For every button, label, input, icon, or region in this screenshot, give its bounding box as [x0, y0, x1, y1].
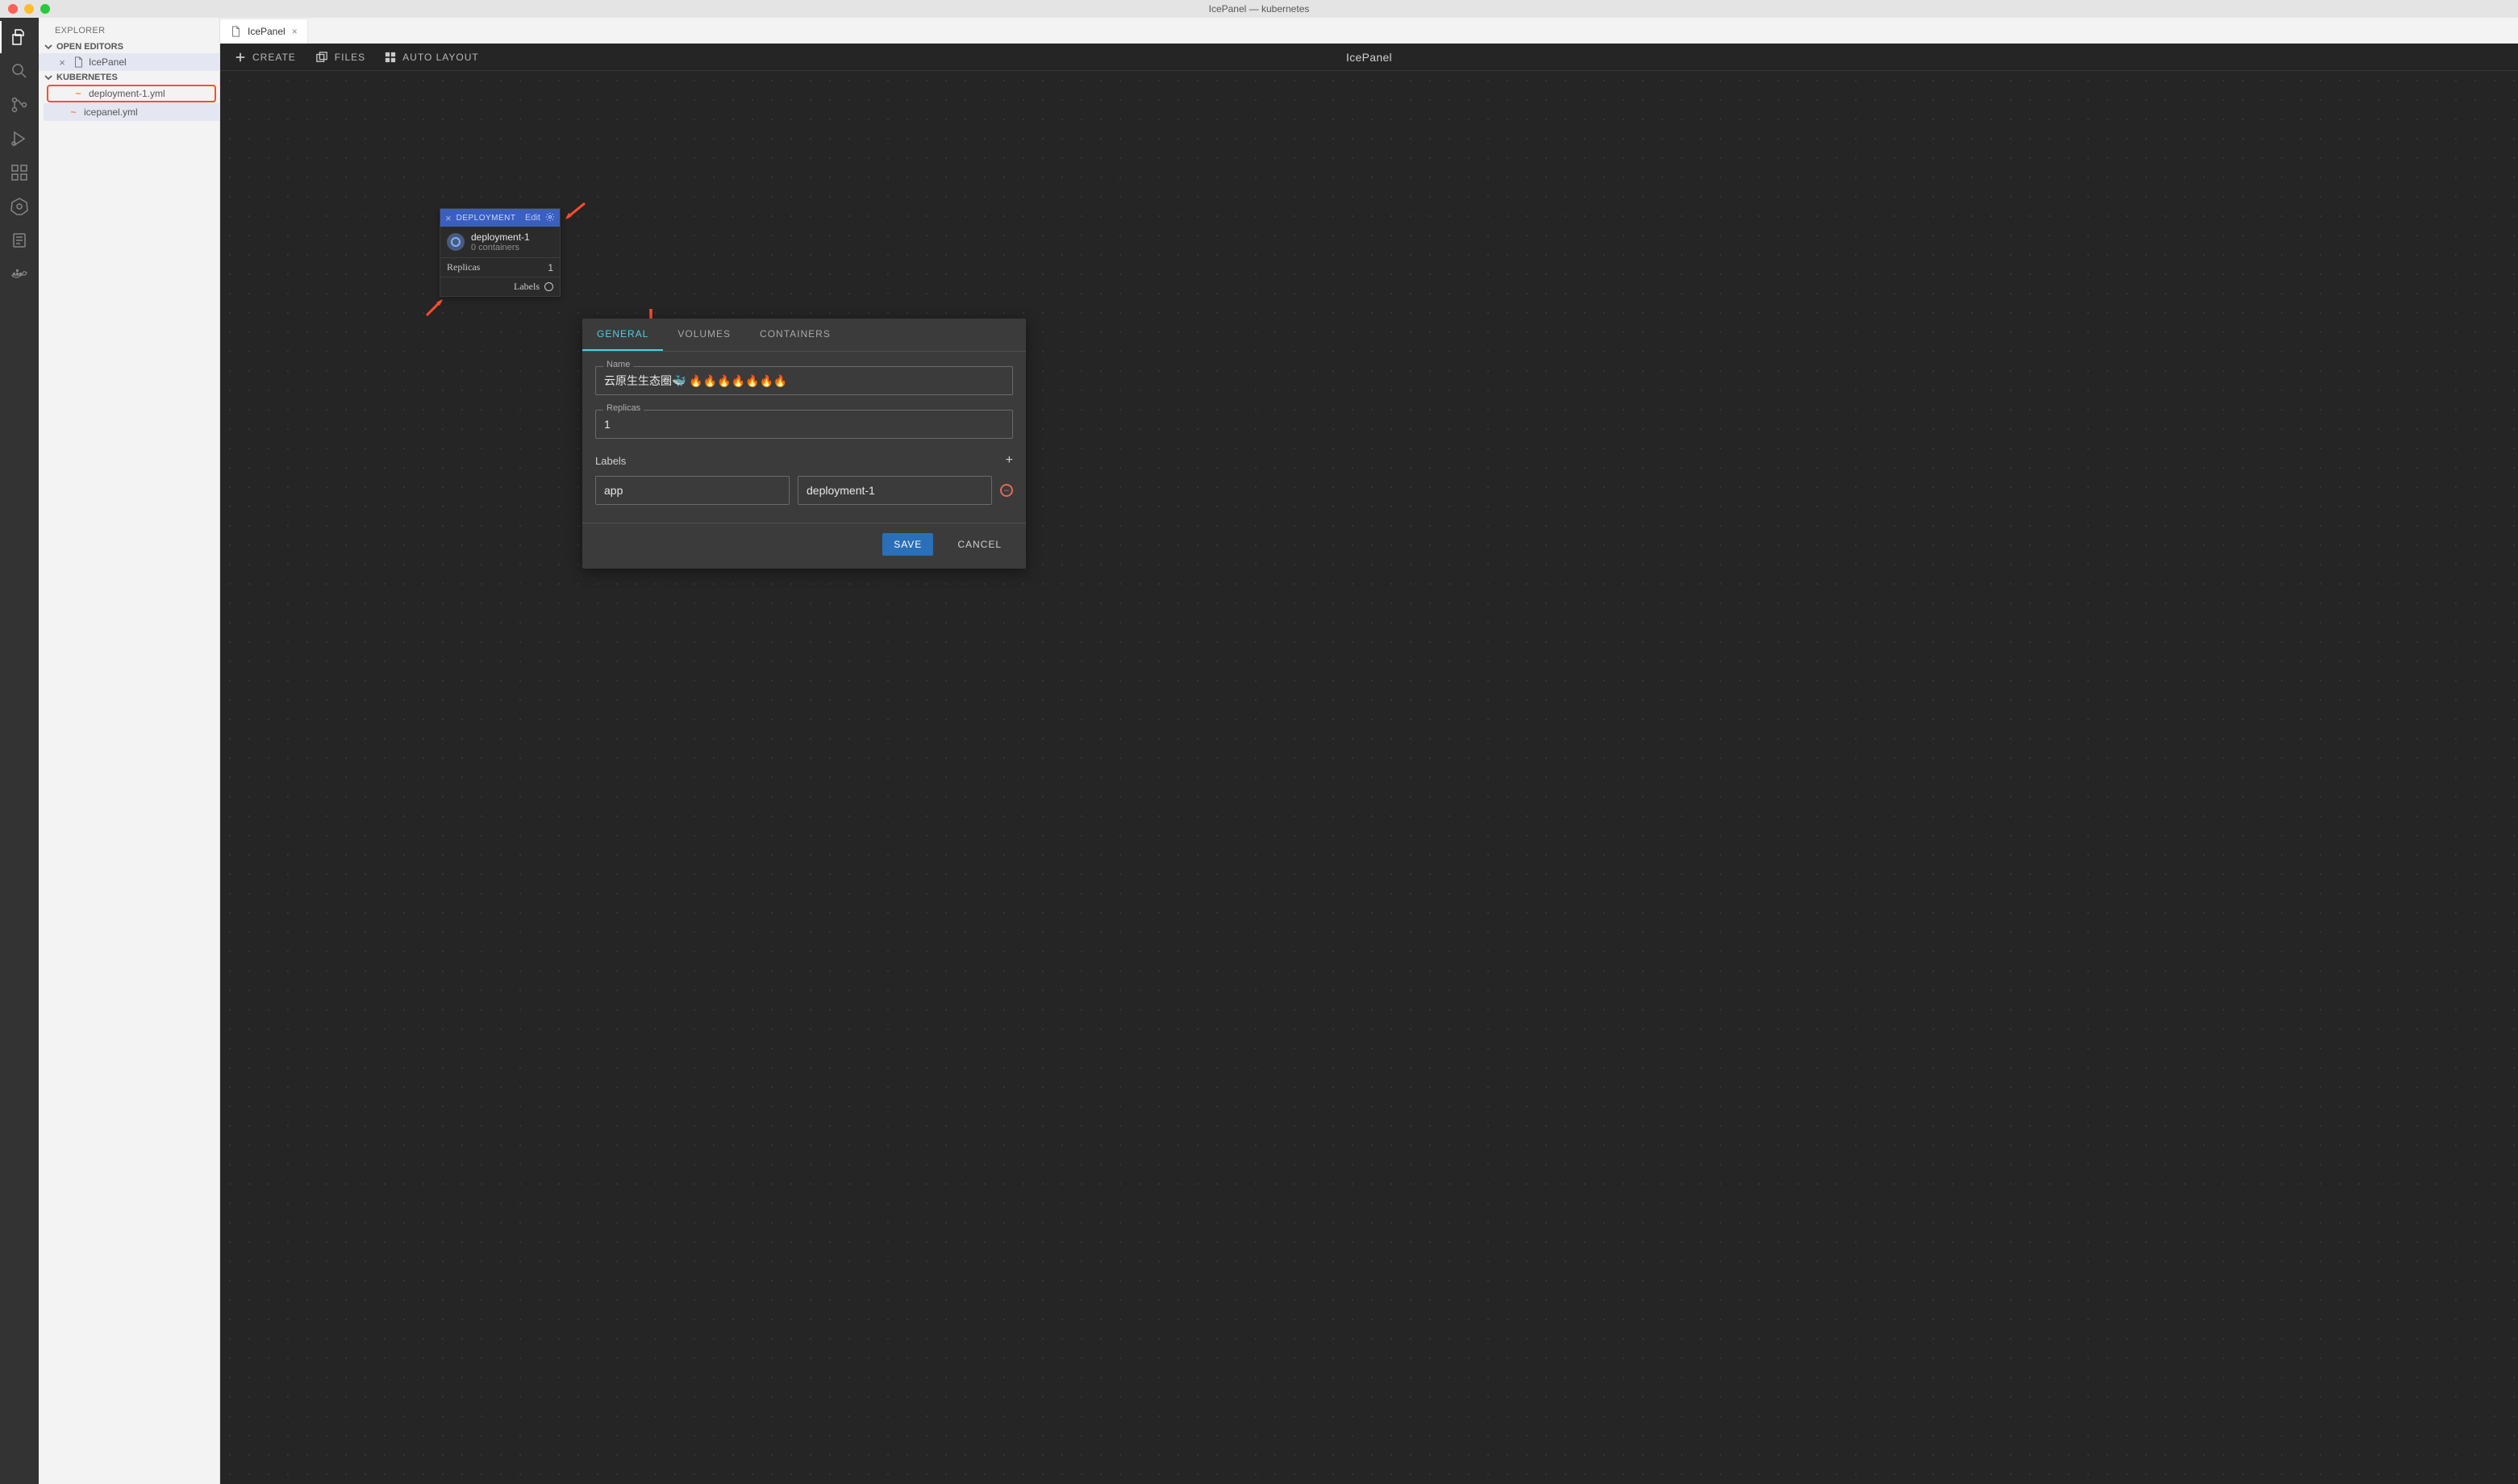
auto-layout-label: AUTO LAYOUT: [402, 52, 479, 63]
canvas[interactable]: × DEPLOYMENT Edit deployment-1 0 contain…: [220, 71, 2518, 1484]
close-icon[interactable]: ×: [56, 56, 68, 68]
file-icon: [230, 26, 241, 37]
minimize-window-button[interactable]: [24, 4, 34, 14]
close-window-button[interactable]: [8, 4, 18, 14]
files-button[interactable]: FILES: [315, 52, 365, 63]
sidebar-title: EXPLORER: [39, 18, 219, 40]
file-item-deployment[interactable]: deployment-1.yml: [47, 85, 216, 102]
add-label-button[interactable]: +: [1006, 453, 1013, 468]
files-icon: [315, 52, 328, 63]
chevron-down-icon: [44, 73, 53, 82]
tab-volumes[interactable]: VOLUMES: [663, 319, 745, 351]
labels-header: Labels: [595, 455, 626, 467]
tab-label: IcePanel: [248, 26, 286, 37]
deployment-node[interactable]: × DEPLOYMENT Edit deployment-1 0 contain…: [440, 208, 561, 297]
run-debug-activity-icon[interactable]: [10, 129, 29, 148]
fullscreen-window-button[interactable]: [40, 4, 50, 14]
workspace-header[interactable]: KUBERNETES: [39, 71, 219, 84]
icepanel-view: CREATE FILES AUTO LAYOUT IcePanel: [220, 44, 2518, 1484]
gear-icon[interactable]: [545, 212, 555, 224]
tab-icepanel[interactable]: IcePanel ×: [220, 19, 308, 44]
replicas-input[interactable]: [595, 410, 1013, 439]
chevron-down-icon: [44, 42, 53, 52]
node-labels-row: Labels: [440, 277, 560, 296]
open-editor-label: IcePanel: [89, 56, 127, 68]
canvas-title: IcePanel: [1346, 51, 1392, 64]
empty-circle-icon: [544, 282, 553, 291]
tab-general[interactable]: GENERAL: [582, 319, 663, 351]
open-editors-label: OPEN EDITORS: [56, 42, 123, 52]
replicas-field-label: Replicas: [603, 403, 644, 413]
titlebar: IcePanel — kubernetes: [0, 0, 2518, 18]
name-field-label: Name: [603, 360, 633, 369]
open-editor-item[interactable]: × IcePanel: [39, 53, 219, 71]
auto-layout-button[interactable]: AUTO LAYOUT: [385, 52, 479, 63]
panel-tabs: GENERAL VOLUMES CONTAINERS: [582, 319, 1026, 352]
file-icon: [73, 56, 84, 68]
annotation-arrow: [562, 200, 586, 224]
docker-activity-icon[interactable]: [10, 265, 29, 284]
workspace-label: KUBERNETES: [56, 73, 118, 82]
close-node-icon[interactable]: ×: [445, 212, 452, 224]
explorer-activity-icon[interactable]: [10, 27, 29, 47]
file-label: icepanel.yml: [84, 106, 138, 118]
node-name: deployment-1: [471, 231, 530, 243]
window-title: IcePanel — kubernetes: [1209, 3, 1310, 15]
node-header: × DEPLOYMENT Edit: [440, 209, 560, 227]
create-button[interactable]: CREATE: [235, 52, 296, 63]
node-body: deployment-1 0 containers: [440, 227, 560, 258]
window-controls: [0, 4, 50, 14]
remove-label-button[interactable]: –: [1000, 484, 1013, 497]
search-activity-icon[interactable]: [10, 61, 29, 81]
explorer-sidebar: EXPLORER OPEN EDITORS × IcePanel KUBERNE…: [39, 18, 220, 1484]
node-type-label: DEPLOYMENT: [456, 214, 520, 223]
tab-bar: IcePanel ×: [220, 18, 2518, 44]
edit-node-button[interactable]: Edit: [525, 213, 540, 223]
source-control-activity-icon[interactable]: [10, 95, 29, 115]
node-subtitle: 0 containers: [471, 243, 530, 252]
replicas-label: Replicas: [447, 261, 480, 273]
replicas-value: 1: [548, 262, 553, 273]
file-item-icepanel[interactable]: icepanel.yml: [44, 103, 219, 121]
yaml-file-icon: [68, 106, 79, 118]
open-editors-header[interactable]: OPEN EDITORS: [39, 40, 219, 53]
grid-icon: [385, 52, 396, 63]
editor-region: IcePanel × CREATE FILES: [220, 18, 2518, 1484]
close-tab-icon[interactable]: ×: [292, 26, 298, 37]
annotation-arrow: [423, 294, 448, 319]
activity-bar: [0, 18, 39, 1484]
save-button[interactable]: SAVE: [882, 533, 933, 556]
plus-icon: [235, 52, 246, 63]
name-input[interactable]: [595, 366, 1013, 395]
cancel-button[interactable]: CANCEL: [946, 533, 1013, 556]
yaml-file-icon: [73, 88, 84, 99]
canvas-toolbar: CREATE FILES AUTO LAYOUT IcePanel: [220, 44, 2518, 71]
files-label: FILES: [335, 52, 365, 63]
create-label: CREATE: [252, 52, 296, 63]
tab-containers[interactable]: CONTAINERS: [745, 319, 845, 351]
properties-panel: GENERAL VOLUMES CONTAINERS Name Replicas: [582, 319, 1026, 569]
file-label: deployment-1.yml: [89, 88, 165, 99]
labels-label: Labels: [514, 281, 540, 293]
label-value-input[interactable]: [798, 476, 992, 505]
node-replicas-row: Replicas 1: [440, 258, 560, 277]
notebook-activity-icon[interactable]: [10, 231, 29, 250]
deployment-icon: [447, 233, 465, 251]
label-key-input[interactable]: [595, 476, 790, 505]
extensions-activity-icon[interactable]: [10, 163, 29, 182]
kubernetes-activity-icon[interactable]: [10, 197, 29, 216]
